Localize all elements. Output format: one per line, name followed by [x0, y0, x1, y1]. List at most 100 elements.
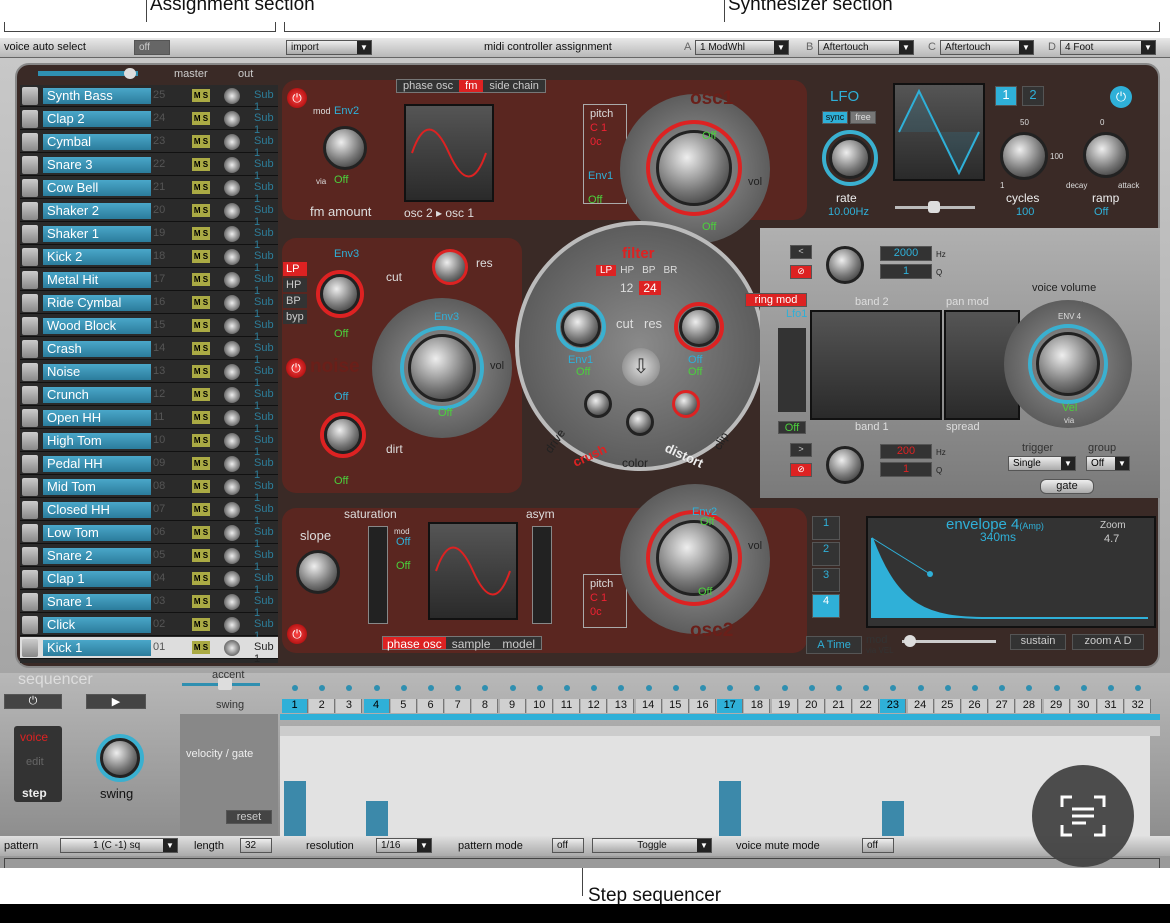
osc2-power-button[interactable]: ⏻	[287, 624, 307, 644]
ring-mod-off[interactable]: Off	[778, 421, 806, 434]
accent-dot[interactable]	[428, 685, 434, 691]
mute-solo-buttons[interactable]: M S	[192, 411, 210, 424]
voice-pan-knob[interactable]	[224, 272, 240, 288]
accent-dot[interactable]	[373, 685, 380, 691]
voice-pan-knob[interactable]	[224, 410, 240, 426]
envelope-a-time-button[interactable]: A Time	[806, 636, 862, 654]
filter-type-hp[interactable]: HP	[283, 278, 307, 292]
filter-type-bp[interactable]: BP	[283, 294, 307, 308]
voice-name[interactable]: Closed HH	[43, 502, 151, 518]
voice-drag-handle[interactable]	[22, 386, 38, 404]
voice-row[interactable]: Crunch 12 M S Sub 1	[20, 384, 278, 412]
env-tab-2[interactable]: 2	[812, 542, 840, 566]
voice-mute-mode-toggle[interactable]: off	[862, 838, 894, 853]
mute-solo-buttons[interactable]: M S	[192, 158, 210, 171]
osc1-volume-knob[interactable]	[656, 130, 732, 206]
osc2-off-bottom[interactable]: Off	[698, 586, 712, 598]
voice-drag-handle[interactable]	[22, 616, 38, 634]
step-position-bar[interactable]	[280, 714, 1160, 720]
master-slider[interactable]	[38, 71, 138, 76]
voice-name[interactable]: Kick 2	[43, 249, 151, 265]
color-knob[interactable]	[626, 408, 654, 436]
step-number[interactable]: 11	[554, 699, 580, 713]
voice-row[interactable]: Crash 14 M S Sub 1	[20, 338, 278, 366]
voice-name[interactable]: Synth Bass	[43, 88, 151, 104]
voice-name[interactable]: Clap 1	[43, 571, 151, 587]
mute-solo-buttons[interactable]: M S	[192, 526, 210, 539]
env-tab-4[interactable]: 4	[812, 594, 840, 618]
filter-mode-bp[interactable]: BP	[638, 265, 659, 276]
group-select[interactable]: Off ▼	[1086, 456, 1130, 471]
osc2-pitch-cents[interactable]: 0c	[590, 606, 602, 618]
voice-pan-knob[interactable]	[224, 341, 240, 357]
reset-button[interactable]: reset	[226, 810, 272, 824]
accent-dot[interactable]	[781, 685, 788, 691]
osc2-pitch-note[interactable]: C 1	[590, 592, 607, 604]
voice-row[interactable]: Mid Tom 08 M S Sub 1	[20, 476, 278, 504]
velocity-bar[interactable]	[719, 781, 742, 836]
voice-pan-knob[interactable]	[224, 571, 240, 587]
noise-dirt-via[interactable]: Off	[334, 475, 348, 487]
voice-name[interactable]: Shaker 2	[43, 203, 151, 219]
voice-pan-knob[interactable]	[224, 364, 240, 380]
step-number[interactable]: 17	[717, 699, 744, 713]
lfo-power-icon[interactable]: ⏻	[1110, 86, 1132, 108]
voice-pan-knob[interactable]	[224, 318, 240, 334]
osc1-off-top[interactable]: Off	[702, 130, 716, 142]
accent-dot[interactable]	[1108, 685, 1114, 691]
accent-dot[interactable]	[536, 685, 543, 691]
step-number[interactable]: 28	[1016, 699, 1043, 713]
voice-drag-handle[interactable]	[22, 317, 38, 335]
voice-drag-handle[interactable]	[22, 593, 38, 611]
lfo-wave-slider-thumb[interactable]	[928, 201, 940, 213]
slot-b-select[interactable]: Aftertouch ▼	[818, 40, 914, 55]
voice-row[interactable]: Pedal HH 09 M S Sub 1	[20, 453, 278, 481]
band2-q-field[interactable]: 1	[880, 264, 932, 279]
step-number[interactable]: 26	[962, 699, 988, 713]
step-number[interactable]: 31	[1098, 699, 1124, 713]
step-number[interactable]: 19	[771, 699, 798, 713]
step-number[interactable]: 20	[798, 699, 825, 713]
mute-solo-buttons[interactable]: M S	[192, 549, 210, 562]
mute-solo-buttons[interactable]: M S	[192, 181, 210, 194]
mute-solo-buttons[interactable]: M S	[192, 273, 210, 286]
voice-drag-handle[interactable]	[22, 478, 38, 496]
voice-pan-knob[interactable]	[224, 548, 240, 564]
voice-row[interactable]: Kick 2 18 M S Sub 1	[20, 246, 278, 274]
voice-name[interactable]: Crash	[43, 341, 151, 357]
step-number[interactable]: 3	[336, 699, 363, 713]
mute-solo-buttons[interactable]: M S	[192, 641, 210, 654]
lfo-ramp-knob[interactable]	[1083, 132, 1129, 178]
lfo-cycles-knob[interactable]	[1000, 132, 1048, 180]
accent-dot[interactable]	[917, 685, 924, 691]
osc2-slope-knob[interactable]	[296, 550, 340, 594]
step-number[interactable]: 14	[635, 699, 662, 713]
tab-osc2-phase-osc[interactable]: phase osc	[383, 637, 446, 651]
voice-drag-handle[interactable]	[22, 271, 38, 289]
velocity-bar[interactable]	[882, 801, 905, 836]
osc1-env-source[interactable]: Env1	[588, 170, 613, 182]
band1-toggle[interactable]: ⊘	[790, 463, 812, 477]
step-number[interactable]: 30	[1070, 699, 1097, 713]
step-number[interactable]: 29	[1043, 699, 1070, 713]
voice-drag-handle[interactable]	[22, 363, 38, 381]
voice-name[interactable]: Open HH	[43, 410, 151, 426]
slot-d-select[interactable]: 4 Foot ▼	[1060, 40, 1156, 55]
voice-row[interactable]: Metal Hit 17 M S Sub 1	[20, 269, 278, 297]
mute-solo-buttons[interactable]: M S	[192, 227, 210, 240]
mute-solo-buttons[interactable]: M S	[192, 89, 210, 102]
filter-mode-br[interactable]: BR	[659, 265, 681, 276]
noise-via-value[interactable]: Off	[438, 407, 452, 419]
voice-drag-handle[interactable]	[22, 248, 38, 266]
import-button[interactable]: import ▼	[286, 40, 372, 55]
osc1-env-via[interactable]: Off	[588, 194, 602, 206]
band2-freq-field[interactable]: 2000	[880, 246, 932, 261]
step-number[interactable]: 2	[309, 699, 336, 713]
voice-pan-knob[interactable]	[224, 479, 240, 495]
envelope-zoom-ad-button[interactable]: zoom A D	[1072, 634, 1144, 650]
mute-solo-buttons[interactable]: M S	[192, 618, 210, 631]
voice-pan-knob[interactable]	[224, 295, 240, 311]
gate-button[interactable]: gate	[1040, 479, 1094, 494]
noise-cut-mod[interactable]: Env3	[334, 248, 359, 260]
voice-row[interactable]: Cow Bell 21 M S Sub 1	[20, 177, 278, 205]
